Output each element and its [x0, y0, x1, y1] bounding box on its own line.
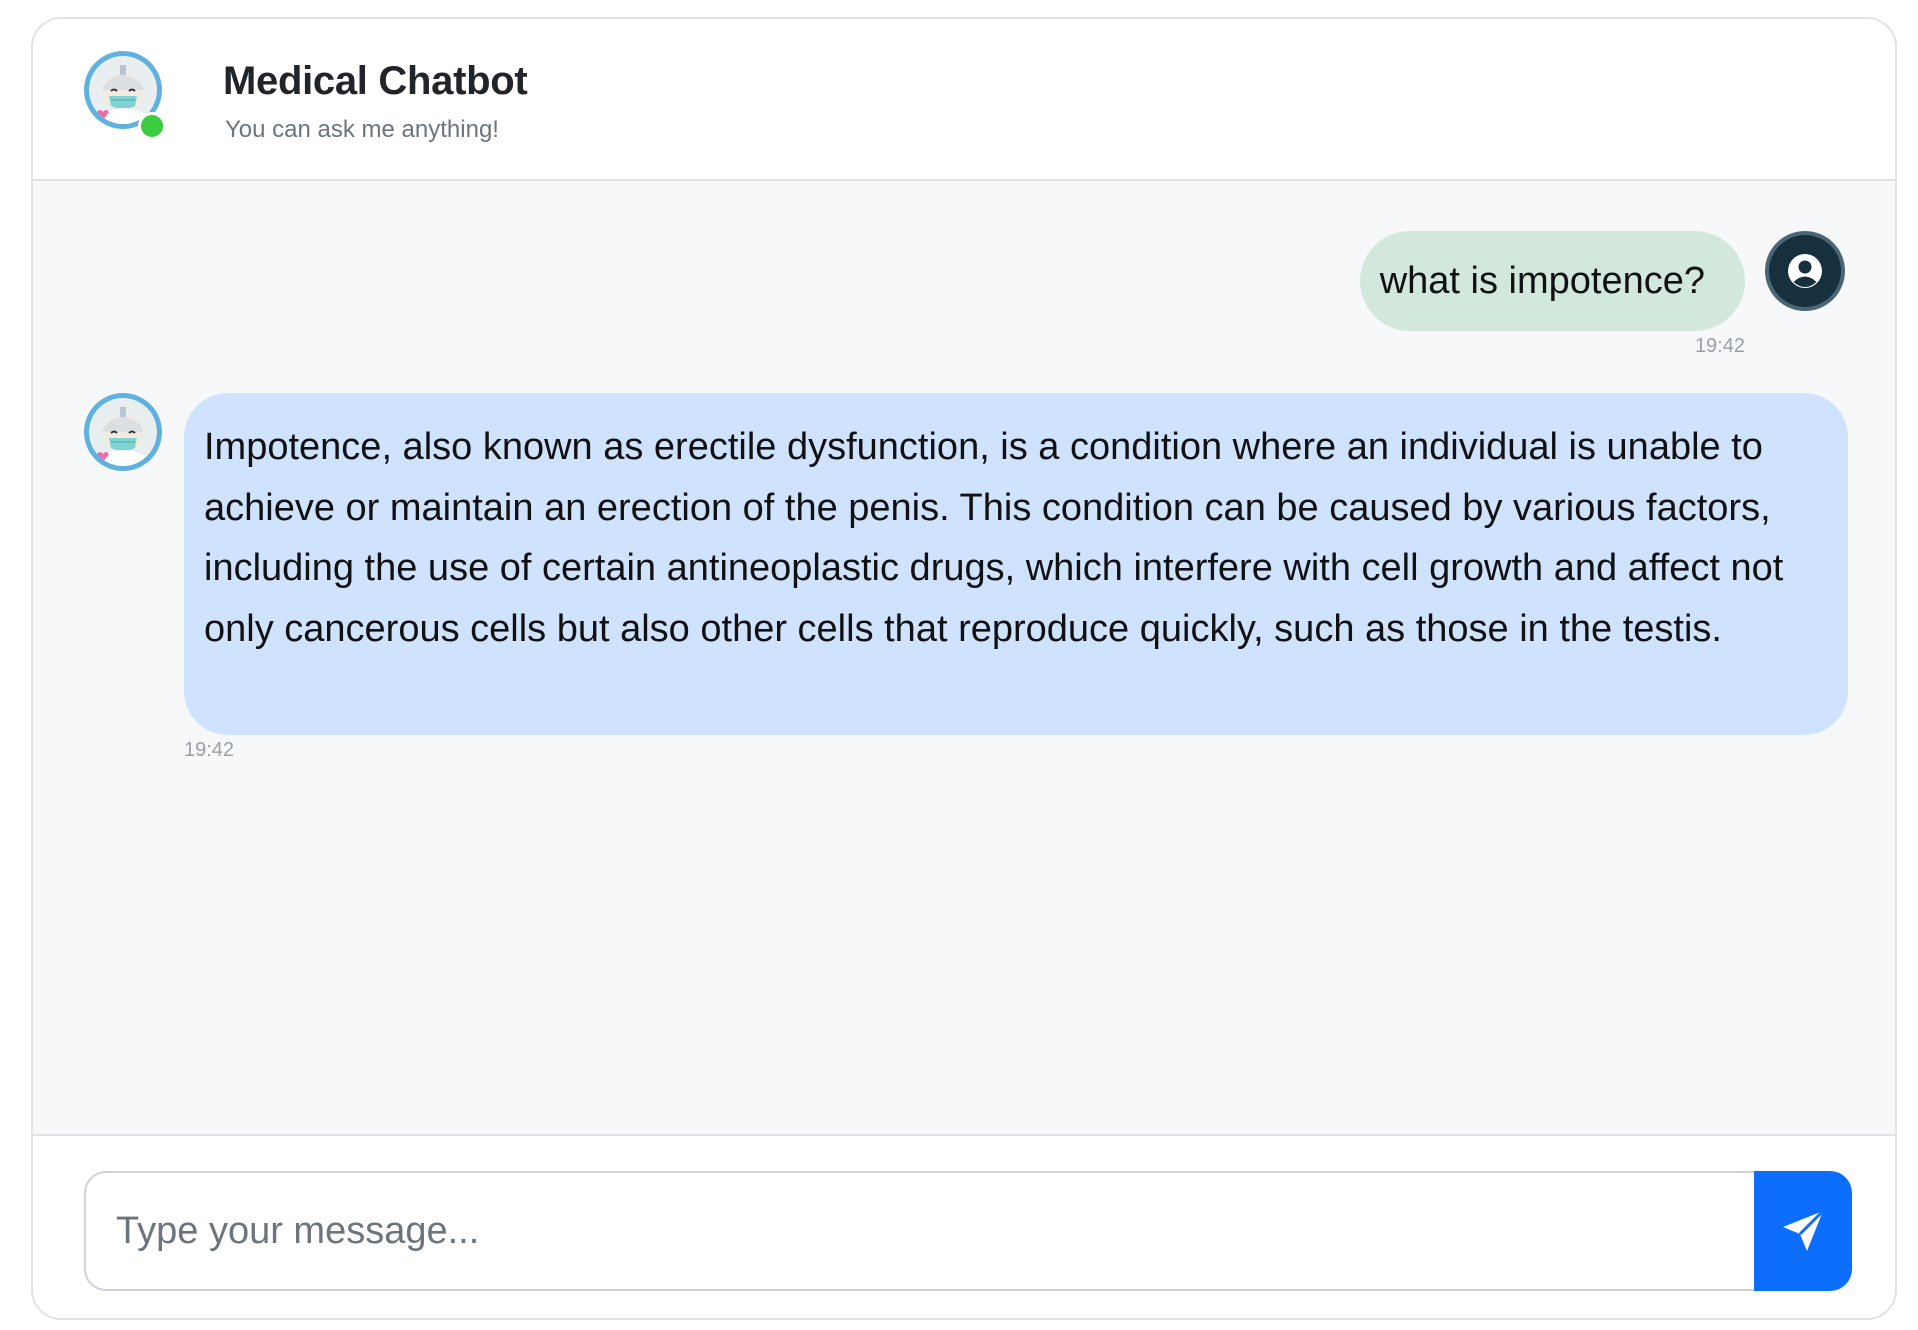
message-list[interactable]: what is impotence? 19:42 Impotence, also… [33, 181, 1895, 1136]
send-button[interactable] [1754, 1171, 1852, 1291]
message-composer [84, 1171, 1852, 1291]
bot-message-bubble: Impotence, also known as erectile dysfun… [184, 393, 1848, 735]
bot-message-time: 19:42 [184, 739, 235, 761]
message-input[interactable] [84, 1171, 1754, 1291]
user-message-bubble: what is impotence? [1359, 231, 1745, 331]
doctor-mascot-icon [97, 407, 145, 466]
user-avatar [1765, 231, 1845, 311]
bot-message-avatar [84, 393, 162, 471]
chat-window: Medical Chatbot You can ask me anything!… [31, 17, 1897, 1320]
user-message-time: 19:42 [1694, 335, 1745, 357]
send-icon [1783, 1209, 1825, 1251]
user-icon [1788, 254, 1822, 288]
chat-subtitle: You can ask me anything! [225, 116, 499, 143]
chat-header: Medical Chatbot You can ask me anything! [33, 19, 1895, 181]
chat-title: Medical Chatbot [223, 59, 528, 103]
online-status-indicator [138, 112, 166, 140]
